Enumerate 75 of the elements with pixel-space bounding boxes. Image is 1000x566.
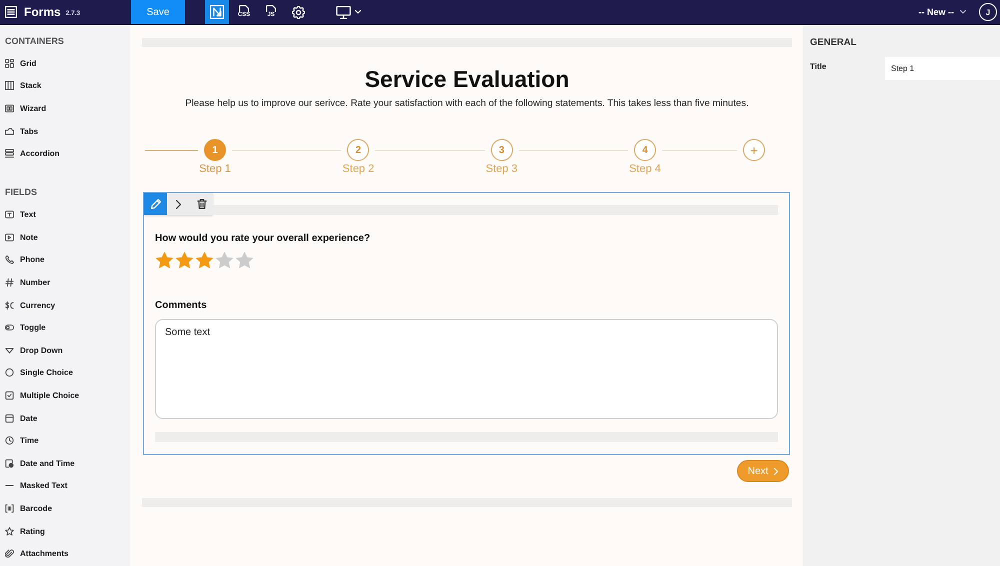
text-box-icon [5,210,14,220]
calendar-icon [5,414,14,423]
pencil-icon [150,199,160,209]
logo-icon [210,5,224,19]
palette-item[interactable]: Wizard [5,97,130,120]
chevron-icon [774,468,778,474]
palette-item[interactable]: Currency [5,294,130,316]
field-label: Comments [155,299,207,313]
currency-icon [5,300,14,310]
star-icon[interactable] [235,251,254,269]
palette-item[interactable]: Grid [5,52,130,75]
play-box-icon [5,232,14,242]
monitor-icon [336,6,351,18]
palette-item[interactable]: Number [5,271,130,294]
section-heading: GENERAL [810,37,858,49]
caret-icon [960,10,966,14]
chevron-icon [176,200,181,208]
edit-button[interactable] [144,193,167,215]
form-title: Service Evaluation [364,65,570,93]
palette-item[interactable]: Time [5,429,130,452]
trash-icon [196,199,206,209]
tabs-icon [5,126,14,136]
star-icon[interactable] [155,251,174,269]
palette-item[interactable]: Phone [5,248,130,272]
palette-item[interactable]: Accordion [5,142,130,165]
palette-item[interactable]: Stack [5,74,130,98]
palette-item[interactable]: Date and Time [5,452,130,475]
palette-item[interactable]: Barcode [5,497,130,520]
toggle-icon [5,323,14,332]
caret-icon [355,10,361,14]
expand-button[interactable] [167,193,190,215]
star-icon[interactable] [215,251,234,269]
palette-item[interactable]: Rating [5,520,130,542]
palette-item[interactable]: Note [5,226,130,249]
star-icon[interactable] [195,251,214,269]
phone-icon [5,255,14,264]
avatar-button[interactable]: J [979,3,997,21]
palette-item[interactable]: Single Choice [5,362,130,384]
palette-item[interactable]: Toggle [5,316,130,340]
palette-item[interactable]: Multiple Choice [5,384,130,407]
palette-item[interactable]: Attachments [5,542,130,565]
palette-item[interactable]: Text [5,203,130,226]
grid-icon [5,58,14,68]
delete-button[interactable] [190,193,213,215]
title-input[interactable]: Step 1 [885,57,1000,80]
form-description: Please help us to improve our serivce. Rate your satisfaction with each of the following statements. This takes less than five minutes. [184,98,750,110]
circle-icon [5,368,14,378]
barcode-icon [5,504,14,513]
template-select[interactable]: -- New -- [918,0,966,24]
checkbox-icon [5,391,14,400]
palette-item[interactable]: Drop Down [5,339,130,362]
palette-item[interactable]: Tabs [5,120,130,142]
palette-item[interactable]: Date [5,406,130,430]
file-icon [266,5,276,12]
calendar-clock-icon [5,458,14,468]
rows-icon [5,149,14,158]
comments-textarea[interactable]: Some text [155,319,778,419]
section-heading: CONTAINERS [5,35,65,47]
field-label: Title [810,61,828,73]
field-label: How would you rate your overall experience? [155,232,370,246]
settings-icon [292,6,304,18]
list-icon [5,6,17,18]
paperclip-icon [5,549,14,558]
columns-icon [5,81,14,90]
section-heading: FIELDS [5,186,38,198]
star-icon [5,526,14,536]
palette-item[interactable]: Masked Text [5,474,130,498]
star-icon[interactable] [175,251,194,269]
file-icon [239,5,249,12]
app-name: Forms [24,5,61,19]
split-panel-icon [5,104,14,113]
clock-icon [5,436,14,446]
hash-icon [5,278,14,288]
builder-button[interactable] [205,0,229,24]
triangle-icon [5,346,14,355]
